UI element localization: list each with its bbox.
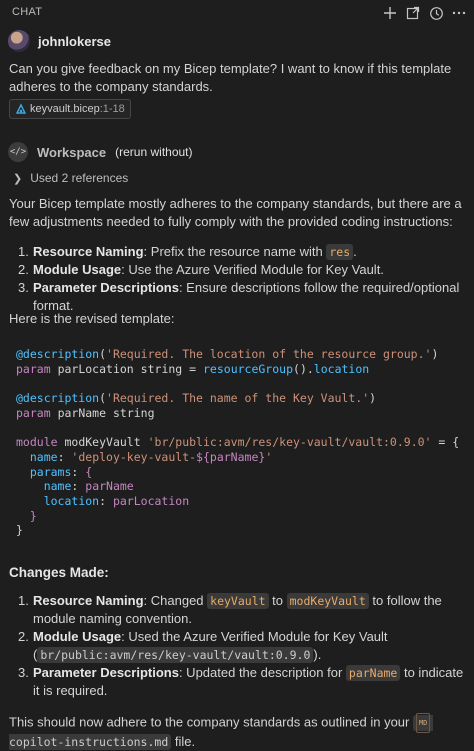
- avatar: [8, 30, 30, 52]
- more-icon[interactable]: [449, 3, 469, 23]
- bicep-file-icon: [15, 103, 27, 114]
- changes-heading: Changes Made:: [9, 565, 109, 580]
- file-attachment-chip[interactable]: keyvault.bicep:1-18: [9, 99, 131, 119]
- chevron-right-icon: ❯: [13, 172, 23, 185]
- inline-code: br/public:avm/res/key-vault/vault:0.9.0: [37, 647, 314, 663]
- rerun-without-link[interactable]: (rerun without): [115, 145, 192, 159]
- list-item: 3. Parameter Descriptions: Updated the d…: [18, 665, 464, 698]
- used-references-toggle[interactable]: ❯ Used 2 references: [13, 171, 128, 185]
- chat-header: CHAT: [0, 0, 474, 26]
- markdown-file-icon: MD: [415, 713, 431, 733]
- response-footer: This should now adhere to the company st…: [9, 713, 467, 751]
- list-item: 2. Module Usage: Used the Azure Verified…: [18, 629, 388, 663]
- new-window-icon[interactable]: [403, 3, 423, 23]
- agent-row: </> Workspace (rerun without): [8, 142, 193, 162]
- code-block: @description('Required. The location of …: [16, 347, 460, 538]
- adjustments-list: 1. Resource Naming: Prefix the resource …: [18, 243, 468, 315]
- chat-title: CHAT: [12, 6, 43, 18]
- attachment-range: :1-18: [99, 103, 125, 115]
- changes-list: 1. Resource Naming: Changed keyVault to …: [18, 592, 468, 700]
- inline-code: keyVault: [207, 593, 269, 609]
- revised-label: Here is the revised template:: [9, 311, 175, 326]
- agent-name: Workspace: [37, 144, 107, 160]
- inline-code: res: [326, 244, 354, 260]
- user-message: Can you give feedback on my Bicep templa…: [9, 61, 452, 94]
- inline-code: modKeyVault: [286, 593, 369, 609]
- history-icon[interactable]: [426, 3, 446, 23]
- list-item: 2. Module Usage: Use the Azure Verified …: [18, 262, 384, 277]
- code-brackets-icon: </>: [8, 142, 28, 162]
- attachment-filename: keyvault.bicep: [30, 103, 100, 115]
- plus-icon[interactable]: [380, 3, 400, 23]
- used-references-label: Used 2 references: [30, 171, 129, 185]
- user-row: johnlokerse: [8, 30, 111, 52]
- inline-code: parName: [345, 665, 401, 681]
- response-intro: Your Bicep template mostly adheres to th…: [9, 196, 462, 229]
- username: johnlokerse: [38, 33, 111, 49]
- list-item: 1. Resource Naming: Changed keyVault to …: [18, 593, 442, 626]
- list-item: 1. Resource Naming: Prefix the resource …: [18, 244, 357, 260]
